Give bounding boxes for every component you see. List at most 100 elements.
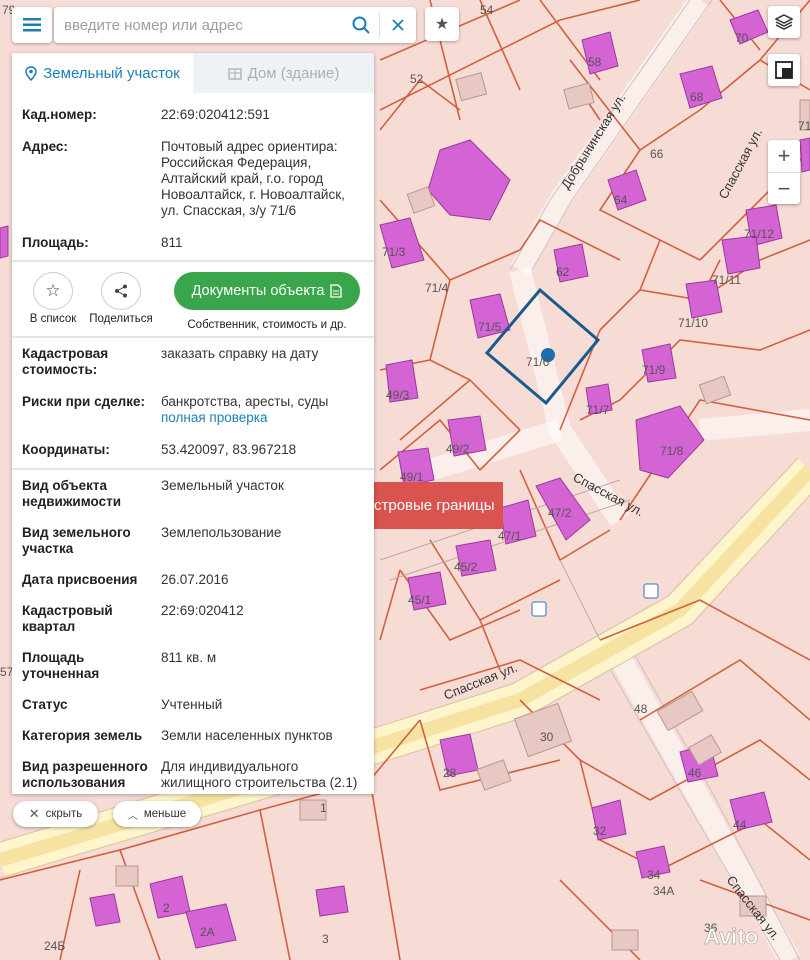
- zoom-control: + −: [768, 140, 800, 204]
- info-panel: Земельный участок Дом (здание) Кад.номер…: [12, 53, 374, 794]
- parcel-number-label: 49/2: [446, 442, 470, 456]
- avito-watermark: Avito: [704, 924, 758, 949]
- menu-button[interactable]: [12, 7, 52, 43]
- land-type-value: Землепользование: [161, 525, 282, 540]
- zoom-out-button[interactable]: −: [768, 172, 800, 204]
- parcel-number-label: 1: [320, 801, 327, 815]
- cad-cost-row: Кадастровая стоимость: заказать справку …: [12, 346, 374, 378]
- cad-num-value[interactable]: 22:69:020412:591: [161, 107, 364, 123]
- address-row: Адрес: Почтовый адрес ориентира: Российс…: [12, 139, 374, 219]
- parcel-number-label: 70: [735, 31, 749, 45]
- area2-value: 811 кв. м: [161, 650, 217, 665]
- parcel-number-label: 47/2: [548, 506, 572, 520]
- parcel-number-label: 24Б: [44, 939, 65, 953]
- chevron-up-icon: ︿: [127, 810, 138, 822]
- share-button[interactable]: [101, 272, 141, 310]
- object-documents-subtitle: Собственник, стоимость и др.: [187, 319, 347, 331]
- building-icon: [227, 68, 242, 80]
- area-value: 811: [161, 235, 183, 250]
- parcel-number-label: 49/3: [386, 388, 410, 402]
- hamburger-icon: [23, 18, 41, 32]
- status-label: Статус: [22, 697, 68, 712]
- area-label: Площадь:: [22, 235, 89, 250]
- minus-icon: −: [777, 175, 791, 201]
- parcel-number-label: 54: [480, 3, 494, 17]
- tab-land-plot[interactable]: Земельный участок: [12, 53, 193, 93]
- obj-type-label: Вид объекта недвижимости: [22, 478, 121, 509]
- land-type-row: Вид земельного участка Землепользование: [12, 525, 374, 557]
- add-to-list-button[interactable]: ☆: [33, 272, 73, 310]
- date-row: Дата присвоения 26.07.2016: [12, 572, 374, 588]
- category-value: Земли населенных пунктов: [161, 728, 333, 743]
- object-documents-label: Документы объекта: [191, 283, 325, 299]
- parcel-number-label: 64: [614, 193, 628, 207]
- use-value: Для индивидуального жилищного строительс…: [161, 759, 358, 790]
- map-pin-icon: [25, 65, 37, 81]
- plus-icon: +: [777, 143, 791, 168]
- parcel-number-label: 47/1: [498, 529, 522, 543]
- minimap-toggle-button[interactable]: [768, 54, 800, 86]
- parcel-number-label: 68: [690, 90, 704, 104]
- risks-value-group: банкротства, аресты, суды полная проверк…: [161, 394, 364, 426]
- parcel-number-label: 28: [443, 766, 457, 780]
- object-documents-button[interactable]: Документы объекта: [174, 272, 360, 310]
- tab-building[interactable]: Дом (здание): [193, 53, 374, 93]
- share-icon: [115, 284, 127, 298]
- category-label: Категория земель: [22, 728, 143, 743]
- risks-label: Риски при сделке:: [22, 394, 145, 409]
- obj-type-value: Земельный участок: [161, 478, 284, 493]
- parcel-number-label: 44: [733, 818, 747, 832]
- parcel-number-label: 62: [556, 265, 570, 279]
- parcel-number-label: 71/9: [642, 363, 666, 377]
- zoom-in-button[interactable]: +: [768, 140, 800, 172]
- hide-panel-label: скрыть: [45, 808, 83, 820]
- search-button[interactable]: [343, 7, 379, 43]
- less-label: меньше: [143, 808, 187, 820]
- parcel-number-label: 48: [634, 702, 648, 716]
- layers-icon: [775, 14, 793, 30]
- hide-panel-button[interactable]: ✕ скрыть: [13, 801, 98, 827]
- quarter-row: Кадастровый квартал 22:69:020412: [12, 603, 374, 635]
- coords-label: Координаты:: [22, 442, 110, 457]
- parcel-number-label: 71/13: [798, 119, 810, 133]
- parcel-number-label: 71/11: [712, 273, 741, 287]
- status-row: Статус Учтенный: [12, 697, 374, 713]
- quarter-label: Кадастровый квартал: [22, 603, 113, 634]
- parcel-number-label: 45/1: [408, 593, 432, 607]
- panel-tabs: Земельный участок Дом (здание): [12, 53, 374, 93]
- parcel-number-label: 71/8: [660, 444, 684, 458]
- parcel-number-label: 71/7: [586, 403, 610, 417]
- land-type-label: Вид земельного участка: [22, 525, 131, 556]
- area-row: Площадь: 811: [12, 235, 374, 251]
- clear-search-button[interactable]: [380, 7, 416, 43]
- date-label: Дата присвоения: [22, 572, 138, 587]
- parcel-number-label: 71/10: [678, 316, 708, 330]
- layers-button[interactable]: [768, 6, 800, 38]
- parcel-number-label: 2А: [200, 925, 215, 939]
- parcel-number-label: 34А: [653, 884, 674, 898]
- less-button[interactable]: ︿ меньше: [113, 801, 201, 827]
- parcel-number-label: 3: [322, 932, 329, 946]
- parcel-number-label: 32: [593, 824, 607, 838]
- divider: [12, 336, 374, 338]
- risks-value: банкротства, аресты, суды: [161, 394, 329, 409]
- full-check-link[interactable]: полная проверка: [161, 410, 364, 426]
- cadastral-boundaries-button[interactable]: стровые границы: [374, 482, 503, 529]
- close-icon: [392, 19, 404, 31]
- parcel-number-label: 71/6: [526, 355, 550, 369]
- share-label: Поделиться: [89, 313, 153, 325]
- add-to-list-label: В список: [29, 313, 77, 325]
- address-value: Почтовый адрес ориентира: Российская Фед…: [161, 139, 345, 218]
- search-input[interactable]: [54, 7, 343, 43]
- favorites-button[interactable]: ★: [425, 7, 459, 41]
- parcel-number-label: 71/4: [425, 281, 449, 295]
- quarter-value: 22:69:020412: [161, 603, 244, 618]
- cad-cost-link[interactable]: заказать справку на дату: [161, 346, 364, 378]
- parcel-number-label: 2: [163, 901, 170, 915]
- actions-bar: ☆ В список Поделиться Документы объекта …: [12, 262, 374, 336]
- search-icon: [352, 16, 370, 34]
- category-row: Категория земель Земли населенных пункто…: [12, 728, 374, 744]
- address-label: Адрес:: [22, 139, 68, 154]
- parcel-number-label: 30: [540, 730, 554, 744]
- tab-land-plot-label: Земельный участок: [43, 64, 180, 82]
